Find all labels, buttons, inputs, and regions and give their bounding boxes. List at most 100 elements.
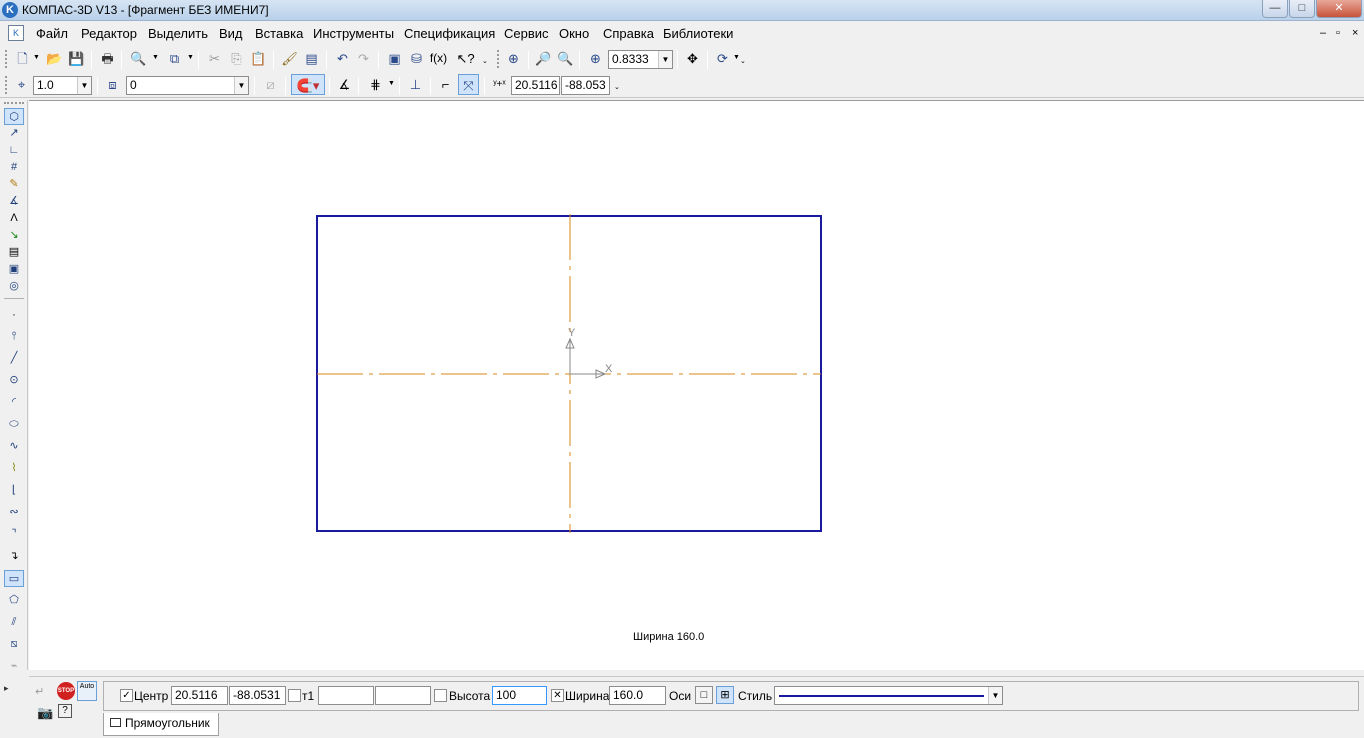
format-painter-icon[interactable]: 🖌 bbox=[279, 48, 300, 69]
fragments-toolbar-icon[interactable]: ▣ bbox=[4, 261, 24, 278]
parametrization-toolbar-icon[interactable]: ✎ bbox=[4, 176, 24, 193]
toolbar-grip[interactable] bbox=[5, 50, 8, 68]
mdi-close-button[interactable]: × bbox=[1352, 27, 1358, 39]
toolbar-overflow-icon[interactable]: ⌄ bbox=[614, 83, 620, 91]
specification-toolbar-icon[interactable]: ↘ bbox=[4, 227, 24, 244]
document-icon[interactable]: K bbox=[8, 25, 24, 41]
library-icon[interactable]: ⛁ bbox=[406, 48, 427, 69]
collection-tool-icon[interactable]: ⌁ bbox=[4, 658, 24, 675]
drawing-canvas[interactable]: X Y Ширина 160.0 bbox=[29, 100, 1364, 670]
minimize-button[interactable]: — bbox=[1262, 0, 1288, 18]
dimensions-toolbar-icon[interactable]: ↗ bbox=[4, 125, 24, 142]
t1-x-field[interactable] bbox=[318, 686, 374, 705]
grid-icon[interactable]: ⋕ bbox=[365, 74, 386, 95]
undo-icon[interactable]: ↶ bbox=[332, 48, 353, 69]
selection-toolbar-icon[interactable]: Λ bbox=[4, 210, 24, 227]
maximize-button[interactable]: □ bbox=[1289, 0, 1315, 18]
menu-file[interactable]: Файл bbox=[36, 26, 68, 41]
panel-grip[interactable] bbox=[4, 102, 24, 105]
mdi-restore-button[interactable]: ▫ bbox=[1336, 27, 1340, 39]
properties-icon[interactable]: ▤ bbox=[301, 48, 322, 69]
manager-icon[interactable]: ⧉ bbox=[164, 48, 185, 69]
height-checkbox[interactable] bbox=[434, 689, 447, 702]
refresh-view-icon[interactable]: ⟳ bbox=[712, 48, 733, 69]
polyline-tool-icon[interactable]: ⌇ bbox=[4, 460, 24, 477]
zoom-combo[interactable]: 0.8333 ▼ bbox=[608, 50, 673, 69]
arc-tool-icon[interactable]: ◜ bbox=[4, 394, 24, 411]
paste-icon[interactable]: 📋 bbox=[248, 48, 269, 69]
chevron-down-icon[interactable]: ▼ bbox=[988, 687, 1002, 704]
layer-combo[interactable]: 0 ▼ bbox=[126, 76, 249, 95]
rectangle-tool-icon[interactable]: ▭ bbox=[4, 570, 24, 587]
bezier-tool-icon[interactable]: ∾ bbox=[4, 504, 24, 521]
line-style-combo[interactable]: ▼ bbox=[774, 686, 1003, 705]
designations-toolbar-icon[interactable]: ∟ bbox=[4, 142, 24, 159]
refresh-dropdown-arrow-icon[interactable]: ▼ bbox=[733, 54, 740, 61]
manager-dropdown-arrow-icon[interactable]: ▼ bbox=[187, 54, 194, 61]
redo-icon[interactable]: ↷ bbox=[353, 48, 374, 69]
tab-rectangle[interactable]: Прямоугольник bbox=[103, 713, 219, 736]
hatch-tool-icon[interactable]: ⫽ bbox=[4, 614, 24, 631]
variables-fx-icon[interactable]: f(x) bbox=[428, 48, 449, 69]
copy-icon[interactable]: ⎘ bbox=[226, 48, 247, 69]
camera-icon[interactable]: 📷 bbox=[37, 705, 53, 721]
menu-service[interactable]: Сервис bbox=[504, 26, 549, 41]
segment-tool-icon[interactable]: ╱ bbox=[4, 350, 24, 367]
menu-select[interactable]: Выделить bbox=[148, 26, 208, 41]
zoom-in-icon[interactable]: 🔎 bbox=[533, 48, 554, 69]
ellipse-tool-icon[interactable]: ⬭ bbox=[4, 416, 24, 433]
menu-specification[interactable]: Спецификация bbox=[404, 26, 495, 41]
help-question-icon[interactable]: ? bbox=[58, 704, 72, 718]
toolbar-grip[interactable] bbox=[5, 76, 8, 94]
layers-icon[interactable]: ⧈ bbox=[102, 74, 123, 95]
cursor-x-field[interactable]: 20.5116 bbox=[511, 76, 560, 95]
pan-icon[interactable]: ✥ bbox=[682, 48, 703, 69]
local-snap-icon[interactable]: ∡ bbox=[334, 74, 355, 95]
t1-checkbox[interactable] bbox=[288, 689, 301, 702]
chevron-down-icon[interactable]: ▼ bbox=[77, 77, 91, 94]
kompas-app-icon[interactable]: K bbox=[2, 2, 18, 18]
menu-view[interactable]: Вид bbox=[219, 26, 243, 41]
zoom-window-icon[interactable]: ⊕ bbox=[503, 48, 524, 69]
width-field[interactable]: 160.0 bbox=[609, 686, 666, 705]
print-preview-icon[interactable]: 🔍 bbox=[128, 48, 149, 69]
chevron-down-icon[interactable]: ▼ bbox=[234, 77, 248, 94]
preview-dropdown-arrow-icon[interactable]: ▼ bbox=[152, 54, 159, 61]
local-cs-icon[interactable]: ⊥ bbox=[405, 74, 426, 95]
chamfer-tool-icon[interactable]: ⌊ bbox=[4, 482, 24, 499]
zoom-scale-icon[interactable]: ⊕ bbox=[585, 48, 606, 69]
enter-object-icon[interactable]: ↵ bbox=[35, 685, 44, 698]
new-dropdown-arrow-icon[interactable]: ▼ bbox=[33, 54, 40, 61]
cursor-step-icon[interactable]: ⌖ bbox=[11, 74, 32, 95]
stop-button[interactable]: STOP bbox=[57, 682, 75, 700]
with-axes-button[interactable]: ⊞ bbox=[716, 686, 734, 704]
context-help-icon[interactable]: ↖? bbox=[455, 48, 476, 69]
grid-dropdown-arrow-icon[interactable]: ▼ bbox=[388, 80, 395, 87]
cut-icon[interactable]: ✂ bbox=[204, 48, 225, 69]
reports-toolbar-icon[interactable]: ▤ bbox=[4, 244, 24, 261]
print-icon[interactable]: 🖶 bbox=[97, 48, 118, 69]
close-button[interactable]: ✕ bbox=[1316, 0, 1362, 18]
menu-editor[interactable]: Редактор bbox=[81, 26, 137, 41]
point-tool-icon[interactable]: · bbox=[4, 307, 24, 324]
mdi-minimize-button[interactable]: – bbox=[1320, 27, 1326, 39]
cursor-y-field[interactable]: -88.053 bbox=[561, 76, 610, 95]
menu-window[interactable]: Окно bbox=[559, 26, 589, 41]
contour-tool-icon[interactable]: ↴ bbox=[4, 548, 24, 565]
step-combo[interactable]: 1.0 ▼ bbox=[33, 76, 92, 95]
height-field[interactable]: 100 bbox=[492, 686, 547, 705]
menu-tools[interactable]: Инструменты bbox=[313, 26, 394, 41]
polygon-tool-icon[interactable]: ⬠ bbox=[4, 592, 24, 609]
width-checkbox[interactable]: ✕ bbox=[551, 689, 564, 702]
panel-expand-arrow-icon[interactable]: ▸ bbox=[4, 683, 9, 694]
toolbar-grip[interactable] bbox=[497, 50, 500, 68]
chevron-down-icon[interactable]: ▼ bbox=[658, 51, 672, 68]
manager-tree-icon[interactable]: ▣ bbox=[384, 48, 405, 69]
menu-help[interactable]: Справка bbox=[603, 26, 654, 41]
circle-tool-icon[interactable]: ⊙ bbox=[4, 372, 24, 389]
new-document-icon[interactable]: 🗋 bbox=[12, 48, 33, 69]
save-icon[interactable]: 💾 bbox=[66, 48, 87, 69]
measurement-toolbar-icon[interactable]: ∡ bbox=[4, 193, 24, 210]
spline-tool-icon[interactable]: ∿ bbox=[4, 438, 24, 455]
snap-magnet-icon[interactable]: 🧲▾ bbox=[291, 74, 325, 95]
